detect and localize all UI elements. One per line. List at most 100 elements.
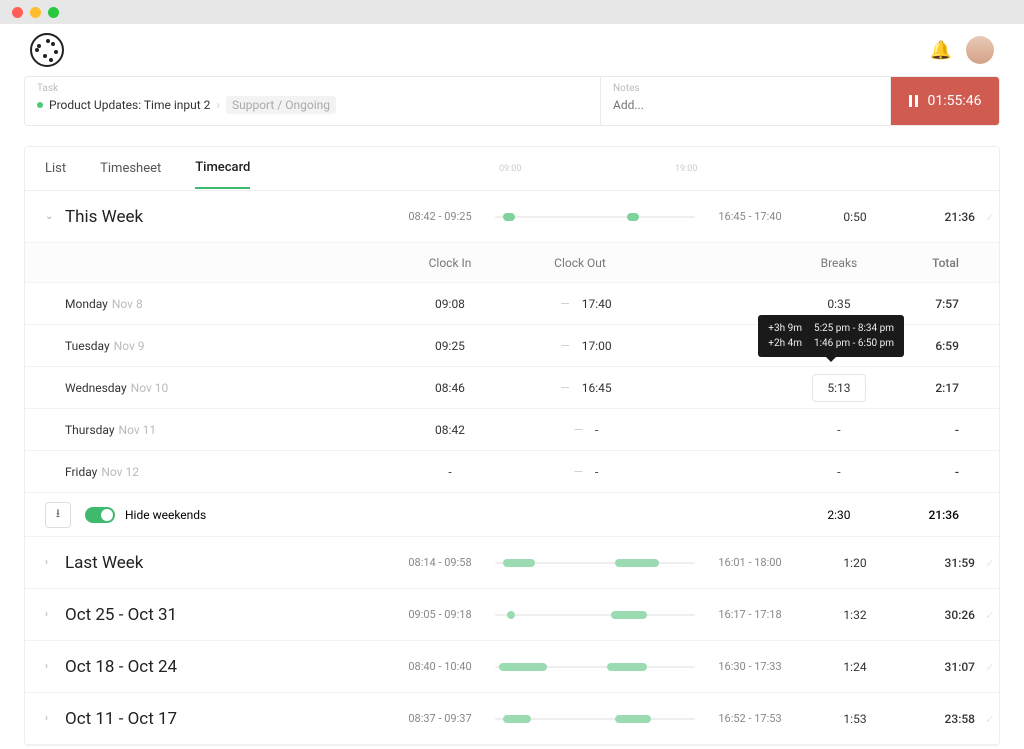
day-breaks: 5:13 (812, 374, 865, 402)
week-row[interactable]: › Oct 18 - Oct 24 08:40 - 10:40 16:30 - … (25, 641, 999, 693)
app-logo-icon[interactable] (30, 33, 64, 67)
week-row[interactable]: › Oct 25 - Oct 31 09:05 - 09:18 16:17 - … (25, 589, 999, 641)
day-row[interactable]: Wednesday Nov 10 08:46 —16:45 5:13 2:17 … (25, 367, 999, 409)
tab-timecard[interactable]: Timecard (195, 148, 250, 189)
tab-list[interactable]: List (45, 149, 66, 188)
day-clockin: 08:42 (385, 423, 515, 437)
week-title: Oct 25 - Oct 31 (65, 605, 177, 625)
day-total: - (889, 423, 959, 437)
status-dot-icon (37, 102, 43, 108)
avatar[interactable] (966, 36, 994, 64)
day-clockin: 08:46 (385, 381, 515, 395)
content: Task Product Updates: Time input 2 › Sup… (0, 76, 1024, 749)
day-breaks: - (837, 423, 840, 437)
task-box[interactable]: Task Product Updates: Time input 2 › Sup… (25, 77, 601, 125)
week-title: Oct 11 - Oct 17 (65, 709, 177, 729)
day-total: - (889, 465, 959, 479)
check-icon: ✓ (985, 556, 995, 570)
day-clockin: - (385, 465, 515, 479)
clock-range-in: 08:40 - 10:40 (385, 660, 495, 673)
day-breaks: 0:35 (827, 297, 850, 311)
week-total: 31:59 (905, 556, 975, 570)
day-total: 2:17 (889, 381, 959, 395)
scale-start: 09:00 (499, 164, 521, 174)
chevron-right-icon: › (45, 713, 59, 724)
week-total: 31:07 (905, 660, 975, 674)
timecard-sheet: List Timesheet Timecard 09:00 19:00 ⌄ Th… (24, 146, 1000, 746)
tooltip-range: 1:46 pm - 6:50 pm (814, 336, 894, 351)
task-crumb[interactable]: Support / Ongoing (226, 96, 336, 114)
week-title: This Week (65, 207, 143, 227)
day-date: Nov 8 (112, 297, 143, 311)
day-name: Thursday (65, 423, 115, 437)
download-button[interactable]: ⭳ (45, 502, 71, 528)
day-clockin: 09:25 (385, 339, 515, 353)
window-zoom-icon[interactable] (48, 7, 59, 18)
timeline-bar (495, 663, 695, 671)
task-name: Product Updates: Time input 2 (49, 98, 210, 112)
day-row[interactable]: Friday Nov 12 - —- - - ✓ (25, 451, 999, 493)
week-row[interactable]: › Last Week 08:14 - 09:58 16:01 - 18:00 … (25, 537, 999, 589)
task-bar: Task Product Updates: Time input 2 › Sup… (24, 76, 1000, 126)
columns-header: Clock In Clock Out Breaks Total ✓ (25, 243, 999, 283)
scale-end: 19:00 (675, 164, 697, 174)
clock-range-in: 08:42 - 09:25 (385, 210, 495, 223)
col-clockin: Clock In (385, 256, 515, 270)
day-row[interactable]: Thursday Nov 11 08:42 —- - - ✓ (25, 409, 999, 451)
notes-label: Notes (613, 83, 878, 94)
timeline-bar (495, 611, 695, 619)
app-window: 🔔 Task Product Updates: Time input 2 › S… (0, 0, 1024, 749)
day-breaks-cell: - (789, 465, 889, 479)
week-total: 21:36 (905, 210, 975, 224)
notes-input[interactable] (613, 98, 878, 112)
clock-range-out: 16:17 - 17:18 (695, 608, 805, 621)
week-row-this-week[interactable]: ⌄ This Week 08:42 - 09:25 16:45 - 17:40 … (25, 191, 999, 243)
footer-breaks: 2:30 (789, 508, 889, 522)
week-breaks: 0:50 (805, 210, 905, 224)
day-clockout: —17:40 (515, 297, 645, 311)
clock-range-out: 16:45 - 17:40 (695, 210, 805, 223)
window-titlebar (0, 0, 1024, 24)
footer-total: 21:36 (889, 508, 959, 522)
clock-range-in: 09:05 - 09:18 (385, 608, 495, 621)
col-clockout: Clock Out (515, 256, 645, 270)
download-icon: ⭳ (56, 504, 60, 525)
day-name: Wednesday (65, 381, 127, 395)
clock-range-in: 08:14 - 09:58 (385, 556, 495, 569)
week-row[interactable]: › Oct 11 - Oct 17 08:37 - 09:37 16:52 - … (25, 693, 999, 745)
week-total: 23:58 (905, 712, 975, 726)
check-icon: ✓ (985, 210, 995, 224)
tab-timesheet[interactable]: Timesheet (100, 149, 161, 188)
clock-range-out: 16:01 - 18:00 (695, 556, 805, 569)
week-breaks: 1:20 (805, 556, 905, 570)
notification-icon[interactable]: 🔔 (930, 40, 952, 61)
week-breaks: 1:53 (805, 712, 905, 726)
hide-weekends-toggle[interactable] (85, 507, 115, 523)
tooltip-dur: +3h 9m (768, 321, 802, 336)
chevron-down-icon: ⌄ (45, 211, 59, 222)
timeline-bar (495, 213, 695, 221)
window-close-icon[interactable] (12, 7, 23, 18)
timer-button[interactable]: 01:55:46 (891, 77, 999, 125)
day-total: 7:57 (889, 297, 959, 311)
chevron-right-icon: › (45, 609, 59, 620)
clock-range-out: 16:52 - 17:53 (695, 712, 805, 725)
col-total: Total (889, 256, 959, 270)
day-breaks: - (837, 465, 840, 479)
window-minimize-icon[interactable] (30, 7, 41, 18)
day-clockout: —- (515, 465, 645, 479)
day-clockout: —16:45 (515, 381, 645, 395)
day-breaks-cell: - (789, 423, 889, 437)
day-date: Nov 9 (114, 339, 145, 353)
breaks-tooltip: +3h 9m5:25 pm - 8:34 pm +2h 4m1:46 pm - … (758, 315, 904, 357)
day-name: Tuesday (65, 339, 110, 353)
check-icon: ✓ (985, 608, 995, 622)
timeline-bar (495, 715, 695, 723)
week-total: 30:26 (905, 608, 975, 622)
clock-range-out: 16:30 - 17:33 (695, 660, 805, 673)
week-footer: ⭳ Hide weekends 2:30 21:36 ✓ (25, 493, 999, 537)
day-clockout: —17:00 (515, 339, 645, 353)
week-breaks: 1:24 (805, 660, 905, 674)
check-icon: ✓ (985, 660, 995, 674)
notes-box: Notes (601, 77, 891, 125)
